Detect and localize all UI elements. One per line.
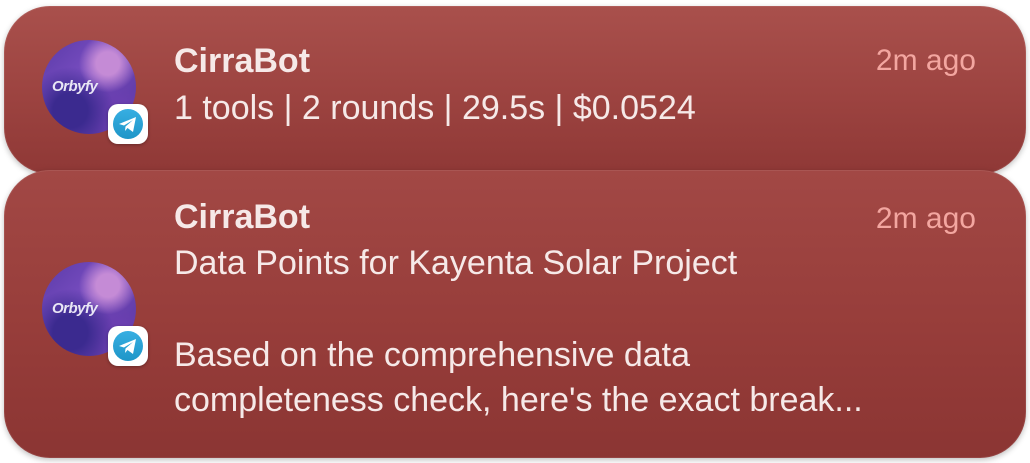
message-title: Data Points for Kayenta Solar Project [174, 244, 738, 282]
telegram-icon [108, 104, 148, 144]
sender-name: CirraBot [174, 42, 311, 80]
sender-name: CirraBot [174, 198, 311, 236]
message-body-line-2: completeness check, here's the exact bre… [174, 381, 863, 419]
notification-stack: Orbyfy CirraBot 2m ago 1 tools | 2 round… [0, 0, 1030, 463]
notification-card[interactable]: Orbyfy CirraBot 2m ago 1 tools | 2 round… [4, 6, 1026, 174]
message-body-line-1: Based on the comprehensive data [174, 336, 691, 374]
avatar-logo-text: Orbyfy [52, 300, 98, 317]
telegram-icon [108, 326, 148, 366]
notification-message: 1 tools | 2 rounds | 29.5s | $0.0524 [174, 89, 696, 127]
timestamp: 2m ago [875, 44, 976, 77]
avatar-logo-text: Orbyfy [52, 78, 98, 95]
timestamp: 2m ago [875, 202, 976, 235]
notification-card[interactable]: Orbyfy CirraBot 2m ago Data Points for K… [4, 170, 1026, 458]
